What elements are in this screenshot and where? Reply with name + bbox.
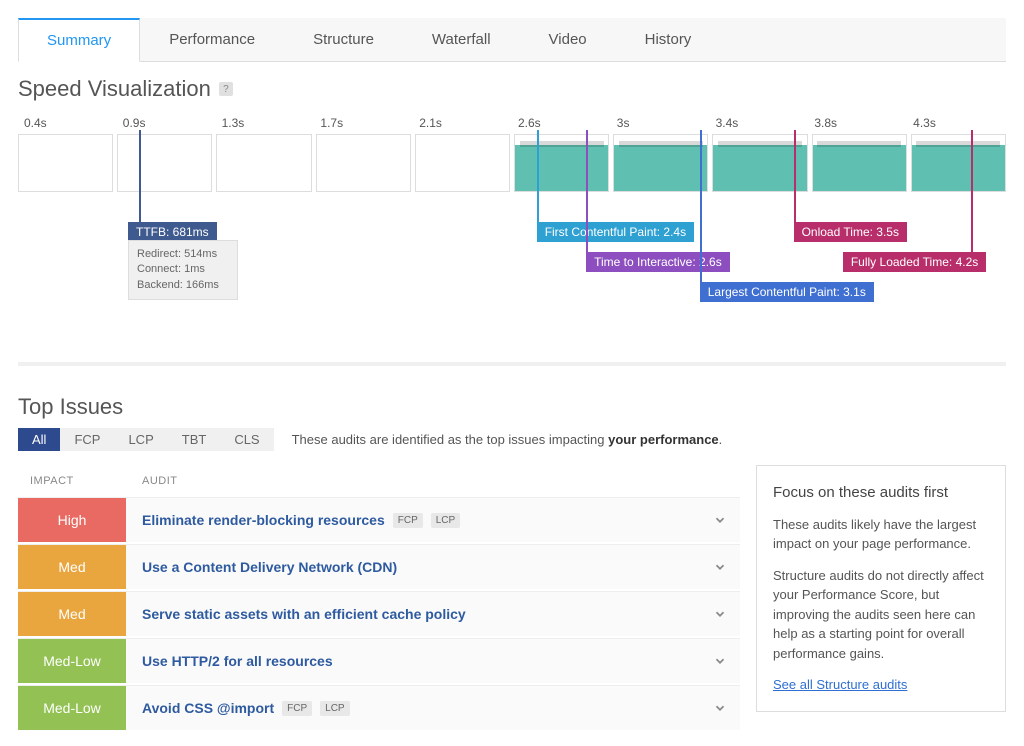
tab-structure[interactable]: Structure <box>284 18 403 61</box>
tti-marker: Time to Interactive: 2.6s <box>586 252 730 272</box>
sidebar-p1: These audits likely have the largest imp… <box>773 515 989 554</box>
tab-history[interactable]: History <box>616 18 721 61</box>
filmstrip-frame <box>117 134 212 192</box>
col-impact-header: IMPACT <box>18 475 126 487</box>
main-tabs: SummaryPerformanceStructureWaterfallVide… <box>18 18 1006 62</box>
chevron-down-icon[interactable] <box>700 545 740 589</box>
filter-description: These audits are identified as the top i… <box>292 432 723 447</box>
chevron-down-icon[interactable] <box>700 498 740 542</box>
issue-row: High Eliminate render-blocking resources F… <box>18 497 740 542</box>
filmstrip-frame <box>18 134 113 192</box>
tab-performance[interactable]: Performance <box>140 18 284 61</box>
impact-badge: Med <box>18 592 126 636</box>
audit-cell[interactable]: Use a Content Delivery Network (CDN) <box>126 545 700 589</box>
audit-cell[interactable]: Avoid CSS @import FCP LCP <box>126 686 700 730</box>
issue-row: Med Use a Content Delivery Network (CDN) <box>18 544 740 589</box>
tab-video[interactable]: Video <box>520 18 616 61</box>
issues-table: IMPACT AUDIT HighEliminate render-blocki… <box>18 465 740 732</box>
focus-sidebar: Focus on these audits first These audits… <box>756 465 1006 712</box>
chevron-down-icon[interactable] <box>700 592 740 636</box>
issue-filters: AllFCPLCPTBTCLS These audits are identif… <box>18 428 1006 451</box>
ttfb-marker: TTFB: 681ms <box>128 222 217 242</box>
metric-badge: FCP <box>393 513 423 528</box>
impact-badge: Med <box>18 545 126 589</box>
filmstrip-frame <box>415 134 510 192</box>
timeline-tick: 3s <box>611 110 710 134</box>
sidebar-title: Focus on these audits first <box>773 482 989 505</box>
chevron-down-icon[interactable] <box>700 639 740 683</box>
onload-marker: Onload Time: 3.5s <box>794 222 907 242</box>
metric-badge: LCP <box>431 513 460 528</box>
issue-row: Med-Low Use HTTP/2 for all resources <box>18 638 740 683</box>
filmstrip-frame <box>613 134 708 192</box>
filmstrip-frame <box>216 134 311 192</box>
impact-badge: Med-Low <box>18 639 126 683</box>
tab-waterfall[interactable]: Waterfall <box>403 18 520 61</box>
filter-all[interactable]: All <box>18 428 60 451</box>
timeline-tick: 2.6s <box>512 110 611 134</box>
tab-summary[interactable]: Summary <box>18 18 140 62</box>
timeline-tick: 3.8s <box>808 110 907 134</box>
timeline-tick: 0.4s <box>18 110 117 134</box>
top-issues-title: Top Issues <box>18 394 1006 420</box>
ttfb-details: Redirect: 514msConnect: 1msBackend: 166m… <box>128 240 238 300</box>
lcp-marker: Largest Contentful Paint: 3.1s <box>700 282 874 302</box>
filter-cls[interactable]: CLS <box>220 428 273 451</box>
chevron-down-icon[interactable] <box>700 686 740 730</box>
speed-viz-title-text: Speed Visualization <box>18 76 211 102</box>
timeline-tick: 1.7s <box>314 110 413 134</box>
fcp-marker: First Contentful Paint: 2.4s <box>537 222 694 242</box>
audit-title: Use a Content Delivery Network (CDN) <box>142 559 397 575</box>
filmstrip-frame <box>514 134 609 192</box>
audit-title: Serve static assets with an efficient ca… <box>142 606 466 622</box>
audit-cell[interactable]: Eliminate render-blocking resources FCP LC… <box>126 498 700 542</box>
col-audit-header: AUDIT <box>126 475 740 487</box>
impact-badge: High <box>18 498 126 542</box>
metric-badge: LCP <box>320 701 349 716</box>
timeline-tick: 4.3s <box>907 110 1006 134</box>
audit-cell[interactable]: Serve static assets with an efficient ca… <box>126 592 700 636</box>
sidebar-p2: Structure audits do not directly affect … <box>773 566 989 664</box>
audit-title: Eliminate render-blocking resources <box>142 512 385 528</box>
speed-timeline: 0.4s0.9s1.3s1.7s2.1s2.6s3s3.4s3.8s4.3s T… <box>18 110 1006 366</box>
speed-viz-title: Speed Visualization ? <box>18 76 1006 102</box>
metric-badge: FCP <box>282 701 312 716</box>
audit-cell[interactable]: Use HTTP/2 for all resources <box>126 639 700 683</box>
filmstrip-frame <box>812 134 907 192</box>
impact-badge: Med-Low <box>18 686 126 730</box>
see-all-audits-link[interactable]: See all Structure audits <box>773 677 907 692</box>
issue-row: Med Serve static assets with an efficient… <box>18 591 740 636</box>
flt-marker: Fully Loaded Time: 4.2s <box>843 252 986 272</box>
issue-row: Med-Low Avoid CSS @import FCP LCP <box>18 685 740 730</box>
filter-lcp[interactable]: LCP <box>114 428 167 451</box>
filmstrip-frame <box>911 134 1006 192</box>
audit-title: Avoid CSS @import <box>142 700 274 716</box>
timeline-tick: 0.9s <box>117 110 216 134</box>
timeline-tick: 1.3s <box>216 110 315 134</box>
timeline-tick: 2.1s <box>413 110 512 134</box>
audit-title: Use HTTP/2 for all resources <box>142 653 333 669</box>
filter-fcp[interactable]: FCP <box>60 428 114 451</box>
help-icon[interactable]: ? <box>219 82 233 96</box>
filmstrip-frame <box>316 134 411 192</box>
filter-tbt[interactable]: TBT <box>168 428 221 451</box>
